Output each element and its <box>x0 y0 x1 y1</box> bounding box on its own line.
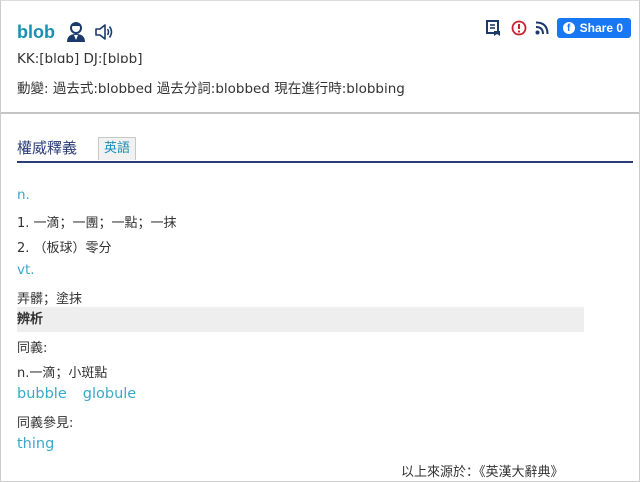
tab-english[interactable]: 英語 <box>98 137 137 160</box>
synonym-link-globule[interactable]: globule <box>83 386 136 402</box>
divider <box>1 112 639 114</box>
see-also-link-thing[interactable]: thing <box>17 436 54 452</box>
headword: blob <box>17 21 55 42</box>
report-error-icon[interactable] <box>511 20 527 36</box>
definition-item: 2. （板球）零分 <box>17 241 112 256</box>
definition-item: 1. 一滴；一團；一點；一抹 <box>17 216 177 231</box>
tab-authoritative-definitions[interactable]: 權威釋義 <box>17 137 77 158</box>
analysis-heading: 辨析 <box>17 307 584 332</box>
entry-header: blob <box>17 17 115 47</box>
dictionary-panel: blob f Share 0 KK:[blɑb] DJ:[blɒb] 動變: 過… <box>0 0 640 482</box>
rss-icon[interactable] <box>535 21 549 35</box>
facebook-icon: f <box>562 22 575 34</box>
add-to-wordbook-icon[interactable] <box>485 19 503 37</box>
synonym-link-bubble[interactable]: bubble <box>17 386 67 402</box>
share-label: Share 0 <box>579 21 623 35</box>
verb-forms: 動變: 過去式:blobbed 過去分詞:blobbed 現在進行時:blobb… <box>17 81 405 97</box>
speaker-icon[interactable] <box>93 21 115 43</box>
synonyms-sense: n.一滴；小斑點 <box>17 366 108 381</box>
synonyms-label: 同義: <box>17 341 48 356</box>
see-also-links: thing <box>17 436 54 452</box>
facebook-share-button[interactable]: f Share 0 <box>556 18 631 38</box>
synonym-links: bubble globule <box>17 386 136 402</box>
tab-bar: 權威釋義 英語 <box>17 135 633 163</box>
pronunciation: KK:[blɑb] DJ:[blɒb] <box>17 51 143 67</box>
pos-verb: vt. <box>17 262 35 278</box>
toolbar: f Share 0 <box>485 18 631 38</box>
person-icon[interactable] <box>65 20 87 44</box>
source-attribution: 以上來源於：《英漢大辭典》 <box>401 465 564 480</box>
see-also-label: 同義參見: <box>17 416 74 431</box>
pos-noun: n. <box>17 187 30 203</box>
definition-item: 弄髒；塗抹 <box>17 292 83 307</box>
